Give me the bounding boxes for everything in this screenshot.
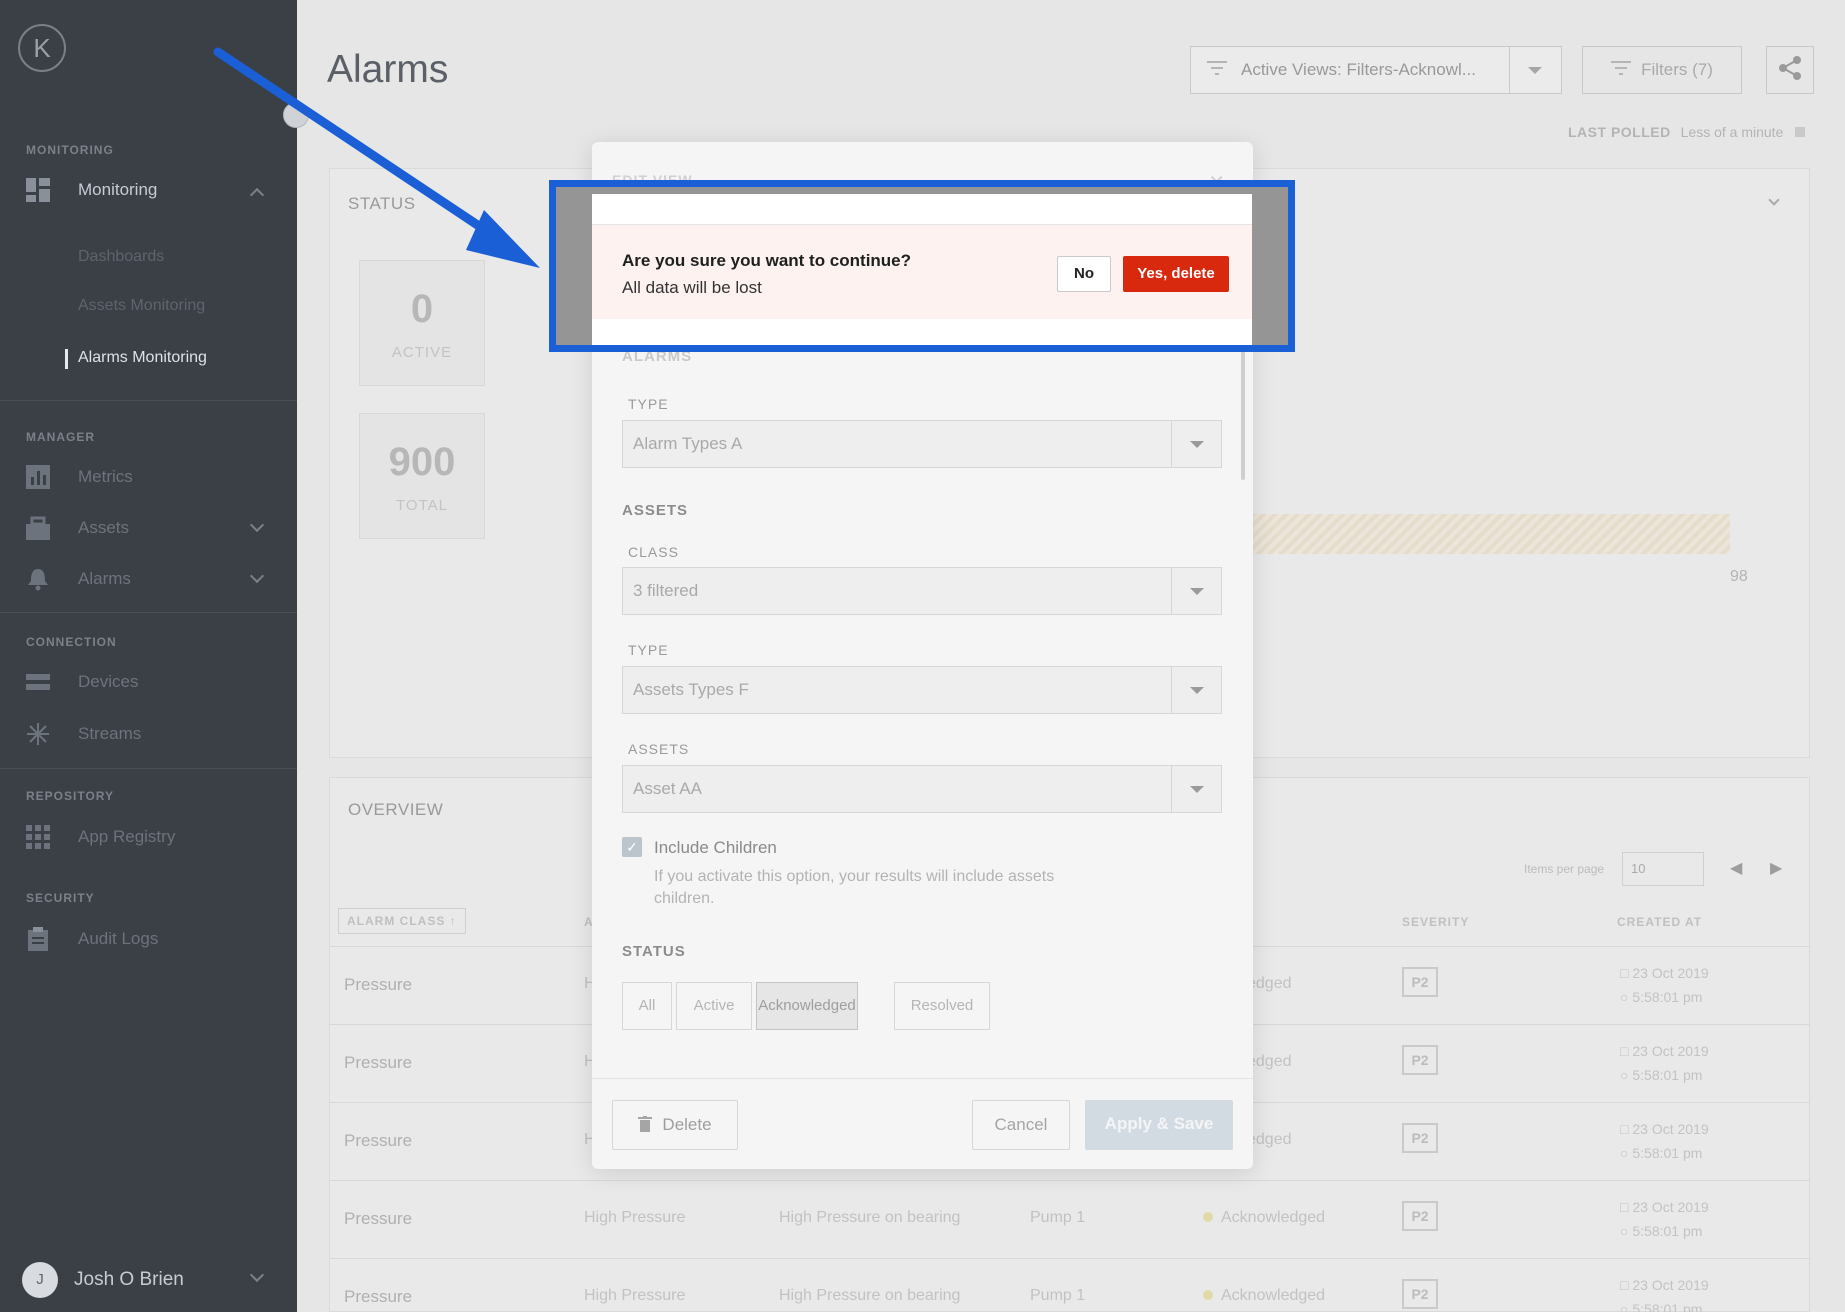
annotation-arrow bbox=[213, 47, 540, 268]
arrow-head bbox=[466, 210, 540, 268]
arrow-shaft bbox=[213, 47, 505, 245]
